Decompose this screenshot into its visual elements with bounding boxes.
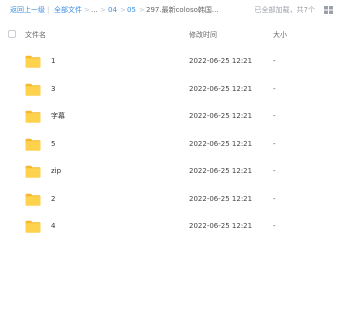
breadcrumb-separator: > — [139, 6, 145, 14]
file-size: - — [273, 112, 276, 120]
file-name[interactable]: 3 — [51, 76, 55, 104]
file-name[interactable]: 字幕 — [51, 103, 65, 131]
breadcrumb-separator: > — [100, 6, 106, 14]
file-modified: 2022-06-25 12:21 — [189, 84, 253, 93]
file-size: - — [273, 84, 276, 93]
breadcrumb-ellipsis[interactable]: ... — [91, 0, 98, 20]
file-name[interactable]: 1 — [51, 48, 55, 76]
folder-icon — [25, 165, 41, 178]
file-size: - — [273, 194, 276, 203]
file-modified: 2022-06-25 12:21 — [189, 139, 253, 148]
file-row[interactable]: 2 2022-06-25 12:21 - — [0, 186, 343, 214]
column-header-size[interactable]: 大小 — [273, 24, 287, 46]
column-header-name[interactable]: 文件名 — [25, 24, 46, 46]
file-row[interactable]: 1 2022-06-25 12:21 - — [0, 48, 343, 76]
divider: | — [47, 6, 50, 14]
folder-icon — [25, 110, 41, 123]
folder-icon — [25, 55, 41, 68]
file-row[interactable]: 5 2022-06-25 12:21 - — [0, 131, 343, 159]
file-modified: 2022-06-25 12:21 — [189, 194, 253, 203]
file-size: - — [273, 57, 276, 65]
file-name[interactable]: 4 — [51, 213, 55, 241]
file-size: - — [273, 222, 276, 230]
breadcrumb-bar: 返回上一级 | 全部文件 > ... > 04 > 05 > 297.最新col… — [0, 0, 343, 20]
breadcrumb-separator: > — [120, 6, 126, 14]
file-name[interactable]: zip — [51, 158, 61, 186]
file-row[interactable]: zip 2022-06-25 12:21 - — [0, 158, 343, 186]
folder-icon — [25, 220, 41, 233]
breadcrumb-all-files[interactable]: 全部文件 — [54, 0, 82, 20]
file-modified: 2022-06-25 12:21 — [189, 112, 253, 120]
folder-icon — [25, 193, 41, 206]
file-size: - — [273, 139, 276, 148]
loaded-count-text: 已全部加载，共7个 — [254, 6, 315, 14]
file-list-header: 文件名 修改时间 大小 — [0, 24, 343, 46]
folder-icon — [25, 83, 41, 96]
file-list: 1 2022-06-25 12:21 - 3 2022-06-25 12:21 … — [0, 48, 343, 241]
file-row[interactable]: 3 2022-06-25 12:21 - — [0, 76, 343, 104]
file-size: - — [273, 167, 276, 175]
column-header-modified[interactable]: 修改时间 — [189, 24, 217, 46]
select-all-checkbox[interactable] — [8, 30, 16, 38]
file-name[interactable]: 2 — [51, 186, 55, 214]
breadcrumb-04[interactable]: 04 — [108, 0, 117, 20]
breadcrumb-05[interactable]: 05 — [127, 0, 136, 20]
breadcrumb-separator: > — [84, 6, 90, 14]
file-row[interactable]: 字幕 2022-06-25 12:21 - — [0, 103, 343, 131]
file-name[interactable]: 5 — [51, 131, 55, 159]
file-modified: 2022-06-25 12:21 — [189, 167, 253, 175]
file-modified: 2022-06-25 12:21 — [189, 222, 253, 230]
file-modified: 2022-06-25 12:21 — [189, 57, 253, 65]
back-button[interactable]: 返回上一级 — [10, 0, 45, 20]
grid-view-icon[interactable] — [324, 6, 333, 14]
file-row[interactable]: 4 2022-06-25 12:21 - — [0, 213, 343, 241]
folder-icon — [25, 138, 41, 151]
breadcrumb-current-folder: 297.最新coloso韩国... — [146, 6, 219, 14]
